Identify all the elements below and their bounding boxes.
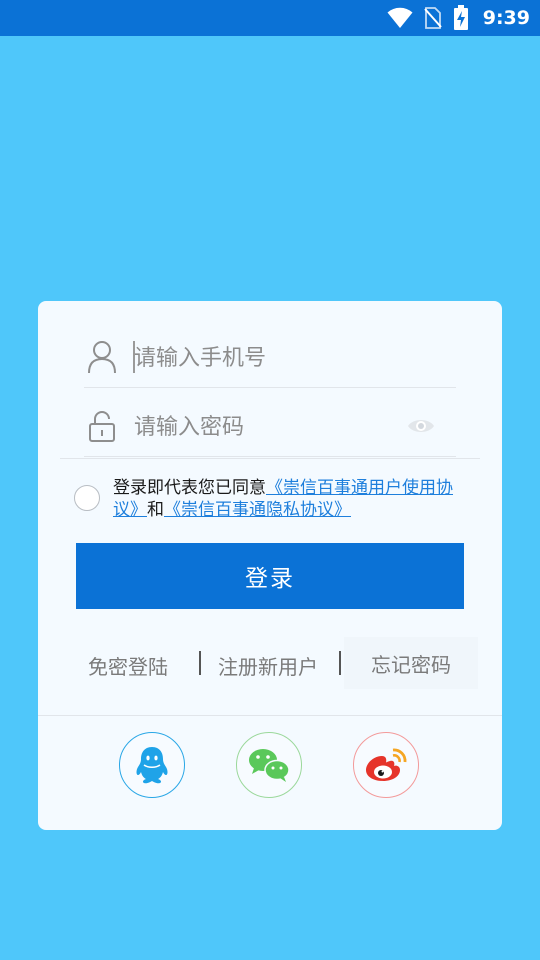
qq-login-button[interactable] (119, 732, 185, 798)
qq-icon (136, 747, 168, 784)
password-field (84, 397, 456, 457)
status-time: 9:39 (482, 7, 530, 29)
wechat-icon (249, 749, 290, 782)
divider (60, 458, 480, 459)
passwordless-login-link[interactable]: 免密登陆 (88, 651, 168, 680)
auth-links: 免密登陆 注册新用户 忘记密码 (68, 637, 478, 689)
status-bar: 9:39 (0, 0, 540, 36)
login-button[interactable]: 登录 (76, 543, 464, 609)
status-icons: 9:39 (387, 0, 530, 36)
show-password-toggle[interactable] (406, 413, 436, 439)
login-card: 登录即代表您已同意《崇信百事通用户使用协议》和《崇信百事通隐私协议》 登录 免密… (38, 301, 502, 830)
wifi-icon (387, 7, 413, 29)
phone-input[interactable] (134, 336, 394, 380)
lock-icon (89, 411, 115, 442)
password-input[interactable] (134, 405, 394, 449)
weibo-login-button[interactable] (353, 732, 419, 798)
user-icon (88, 341, 116, 374)
forgot-password-link[interactable]: 忘记密码 (344, 637, 478, 689)
agreement-text: 登录即代表您已同意《崇信百事通用户使用协议》和《崇信百事通隐私协议》 (113, 477, 473, 521)
agreement-and: 和 (147, 500, 164, 520)
wechat-login-button[interactable] (236, 732, 302, 798)
link-separator (339, 651, 341, 675)
weibo-icon (366, 748, 407, 781)
link-separator (199, 651, 201, 675)
no-sim-icon (423, 7, 442, 29)
agreement-checkbox[interactable] (74, 485, 100, 511)
privacy-agreement-link[interactable]: 《崇信百事通隐私协议》 (164, 500, 351, 520)
battery-charging-icon (453, 5, 468, 30)
eye-icon (408, 420, 434, 432)
agreement-prefix: 登录即代表您已同意 (113, 478, 266, 498)
divider (38, 715, 502, 716)
phone-field (84, 328, 456, 388)
register-link[interactable]: 注册新用户 (218, 651, 318, 680)
